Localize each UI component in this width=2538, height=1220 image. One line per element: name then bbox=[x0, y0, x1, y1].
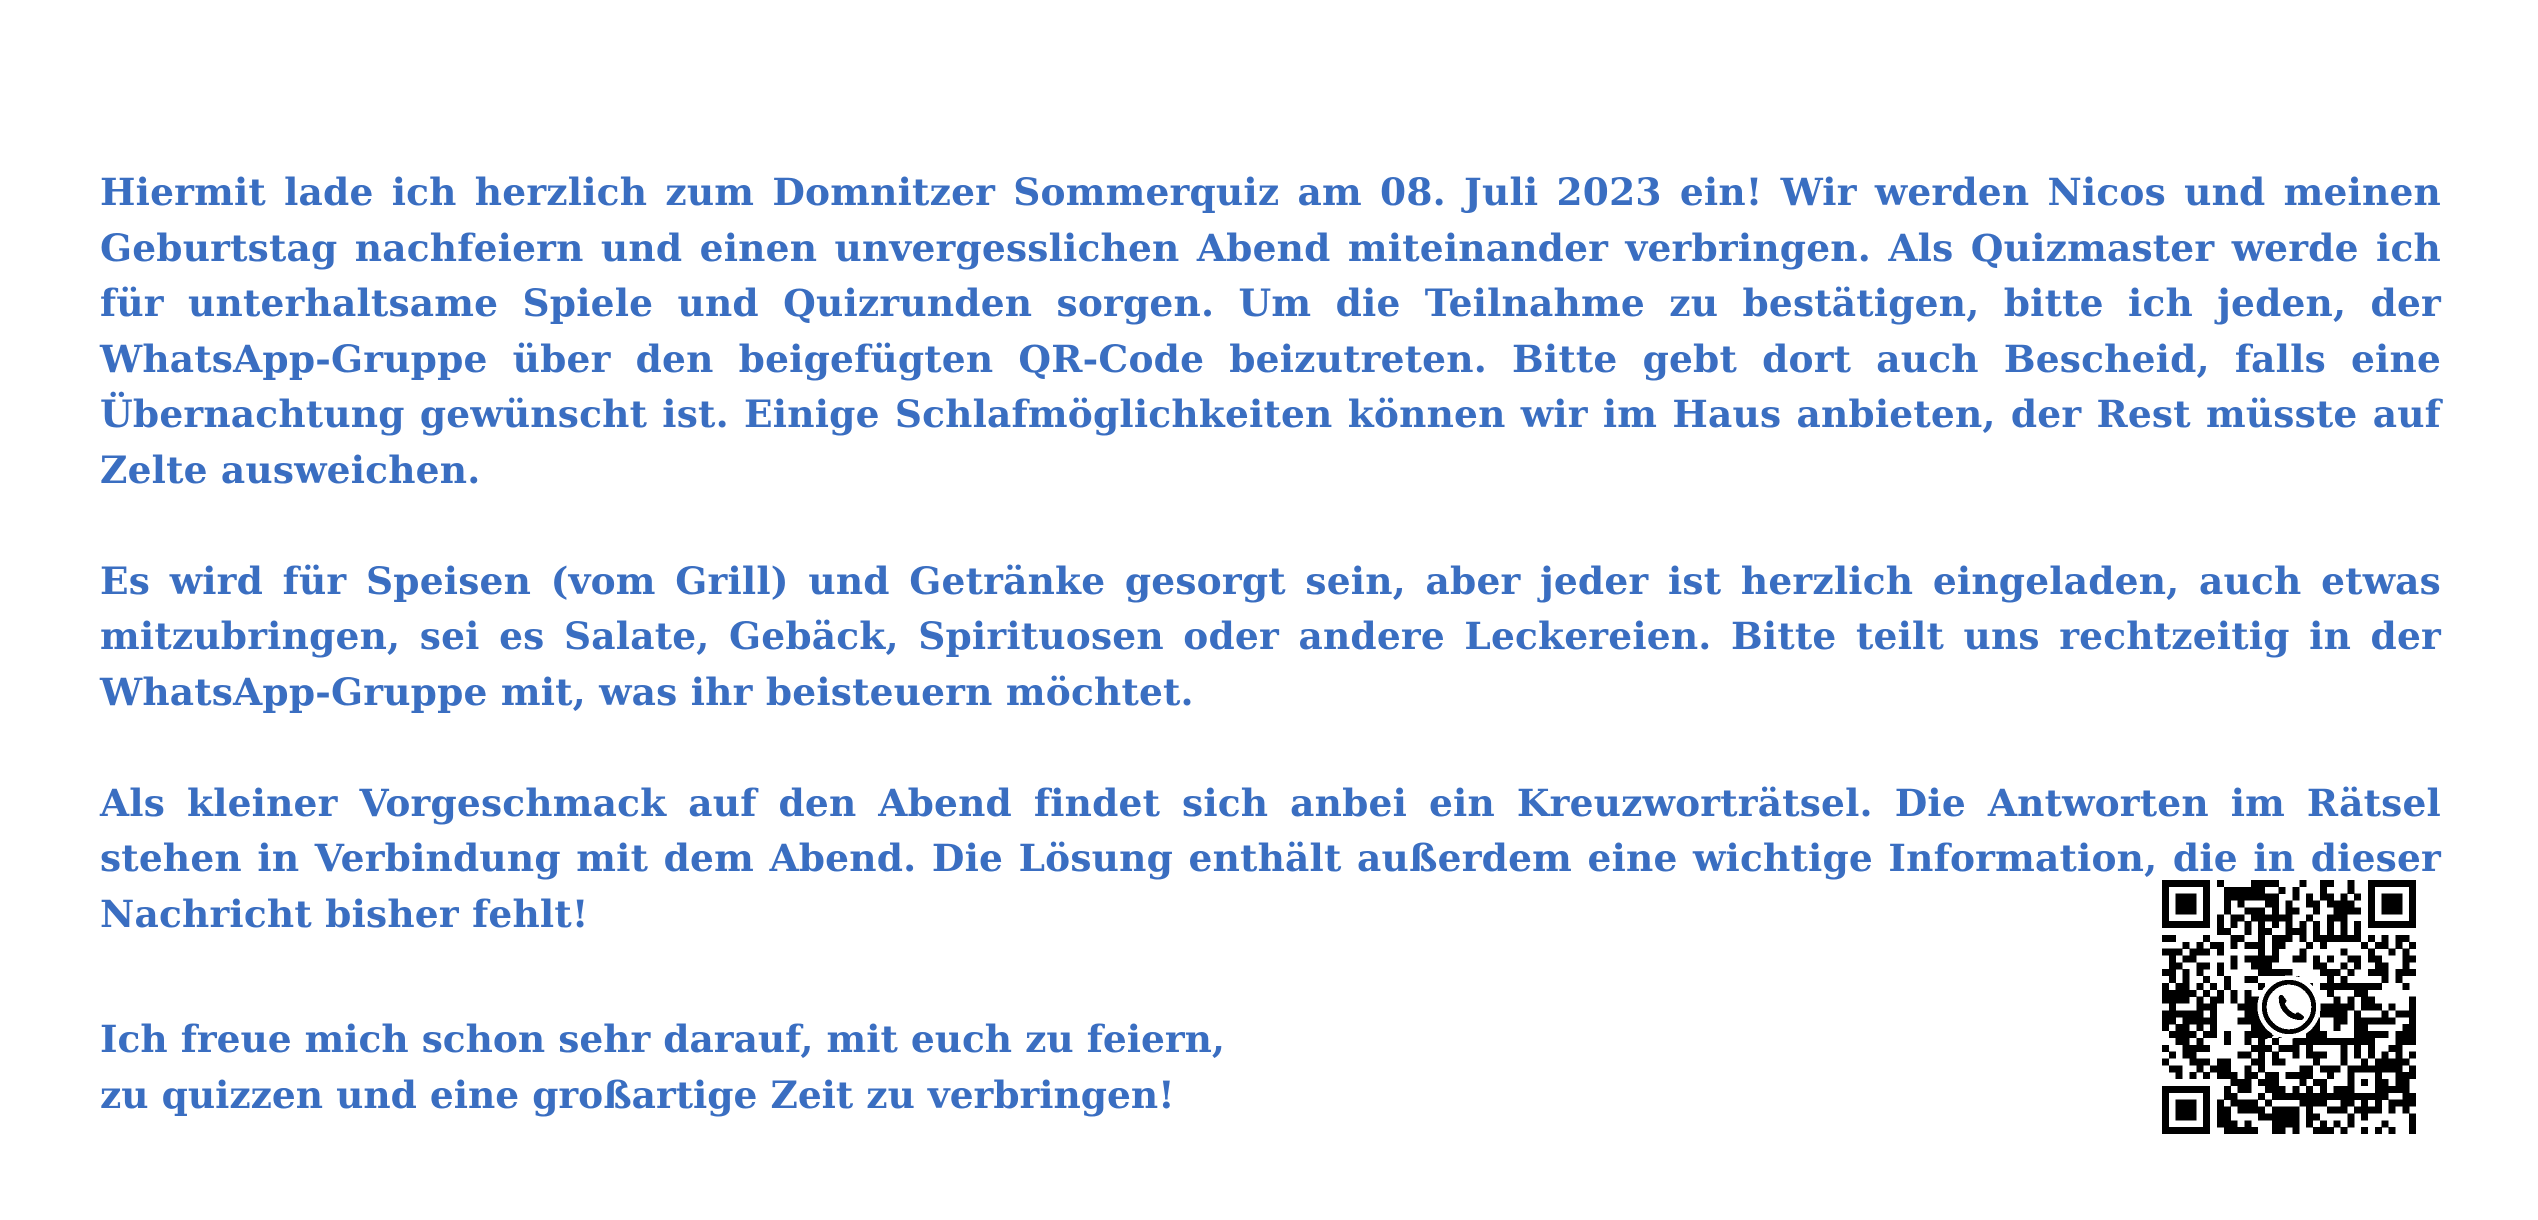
paragraph-food-drinks: Es wird für Speisen (vom Grill) und Getr… bbox=[100, 558, 2441, 714]
invitation-body: Hiermit lade ich herzlich zum Domnitzer … bbox=[100, 165, 2441, 998]
paragraph-invitation: Hiermit lade ich herzlich zum Domnitzer … bbox=[100, 170, 2441, 492]
whatsapp-qr-code[interactable] bbox=[2162, 880, 2416, 1134]
closing-text: Ich freue mich schon sehr darauf, mit eu… bbox=[100, 1012, 1400, 1123]
closing-line-1: Ich freue mich schon sehr darauf, mit eu… bbox=[100, 1017, 1225, 1061]
closing-line-2: zu quizzen und eine großartige Zeit zu v… bbox=[100, 1072, 1175, 1117]
invitation-page: Hiermit lade ich herzlich zum Domnitzer … bbox=[0, 0, 2538, 1220]
paragraph-crossword: Als kleiner Vorgeschmack auf den Abend f… bbox=[100, 780, 2441, 936]
